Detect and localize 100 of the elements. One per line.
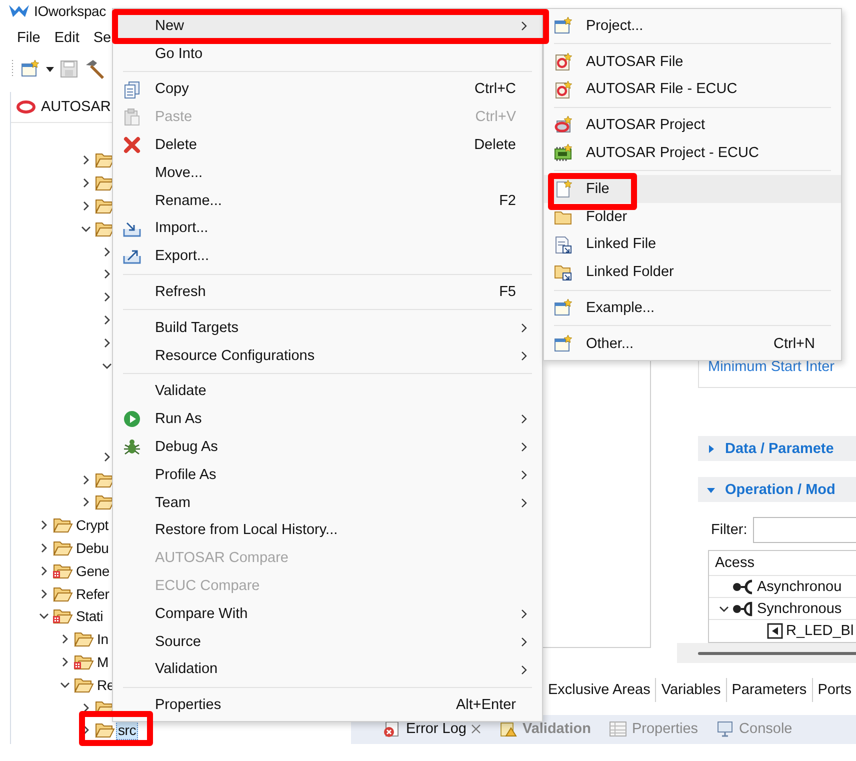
table-cell: Synchronous [757,600,842,616]
menu-item[interactable]: Other... Ctrl+N [544,330,841,358]
menu-item[interactable]: Properties Alt+Enter [113,691,542,720]
chevron-right-icon[interactable] [81,200,91,211]
chevron-right-icon[interactable] [81,474,91,485]
menu-item[interactable]: Validation [113,656,542,684]
tree-item[interactable]: In [95,629,110,650]
column-header: Acess [714,554,756,573]
menu-item[interactable]: Run As [113,405,542,434]
menu-item[interactable]: Folder [544,202,841,231]
editor-tab[interactable]: Ports [812,678,856,702]
chevron-down-icon[interactable] [60,680,70,690]
import-icon [123,220,141,238]
menu-item[interactable]: AUTOSAR Project [544,111,841,140]
caret-icon[interactable] [46,66,54,72]
tree-item[interactable]: M [95,652,110,672]
close-icon[interactable] [471,724,482,734]
chevron-right-icon[interactable] [39,566,49,576]
chevron-right-icon[interactable] [60,656,70,667]
run-icon [123,410,141,428]
editor-tab[interactable]: Parameters [726,678,812,702]
menu-item[interactable]: Profile As [113,460,542,489]
section-header[interactable]: Operation / Mod [698,477,856,502]
chevron-right-icon[interactable] [102,338,112,348]
new-window-icon [554,334,572,353]
menu-item[interactable]: Validate [113,378,542,406]
bug-icon [123,438,141,456]
chip-icon [554,144,572,162]
menu-item[interactable]: Example... [544,294,841,322]
monitor-icon [716,720,734,738]
menu-item[interactable]: Delete Delete [113,131,542,159]
shortcut-label: F2 [499,192,516,209]
chevron-right-icon[interactable] [81,178,91,188]
new-window-icon[interactable] [20,60,40,78]
chevron-right-icon[interactable] [81,702,91,713]
menu-item[interactable]: Rename... F2 [113,186,542,215]
chevron-right-icon[interactable] [60,634,70,644]
menu-item[interactable]: Import... [113,214,542,242]
menu-item[interactable]: AUTOSAR File - ECUC [544,76,841,104]
menu-item[interactable]: Build Targets [113,314,542,342]
chevron-down-icon[interactable] [39,611,49,622]
tree-item[interactable]: Gene [74,560,112,581]
chevron-right-icon[interactable] [102,314,112,325]
shortcut-label: Delete [474,137,516,154]
menu-bar-item[interactable]: Edit [54,30,80,46]
menu-item[interactable]: Compare With [113,600,542,628]
shortcut-label: Ctrl+V [475,109,516,126]
chevron-right-icon[interactable] [81,155,91,166]
menu-item[interactable]: Move... [113,158,542,187]
new-file-icon [554,180,572,198]
menu-item[interactable]: AUTOSAR Project - ECUC [544,139,841,167]
new-window-icon [554,299,572,318]
table-cell: Asynchronou [757,578,842,594]
copy-icon [123,80,141,99]
section-header[interactable]: Data / Paramete [698,436,856,461]
chevron-right-icon[interactable] [39,542,49,553]
hammer-icon[interactable] [84,59,106,79]
validation-icon [499,720,518,738]
menu-item[interactable]: Refresh F5 [113,278,542,306]
tree-item[interactable]: Debu [74,538,111,558]
menu-item[interactable]: Linked File [544,230,841,258]
connector-icon [732,578,754,594]
menu-item[interactable]: Project... [544,12,841,40]
tree-item[interactable]: src [116,720,138,740]
menu-item[interactable]: Source [113,628,542,656]
chevron-down-icon[interactable] [719,604,729,614]
tree-item[interactable]: Refer [74,584,112,604]
window-title: IOworkspac [34,3,106,19]
chevron-right-icon[interactable] [102,452,112,462]
editor-tab[interactable]: Variables [655,678,726,702]
menu-item[interactable]: Export... [113,242,542,270]
chevron-right-icon[interactable] [81,497,91,508]
menu-item[interactable]: AUTOSAR File [544,48,841,76]
tree-item[interactable]: Stati [74,606,106,626]
menu-bar-item[interactable]: Se [93,30,112,46]
editor-tab[interactable]: Exclusive Areas [542,678,656,702]
menu-item[interactable]: Team [113,488,542,517]
chevron-right-icon[interactable] [39,520,49,530]
menu-item[interactable]: Go Into [113,40,542,68]
triangle-right-icon [706,444,716,454]
port-icon [767,622,783,638]
ring-icon [16,100,36,114]
menu-bar-item[interactable]: File [17,30,40,46]
chevron-right-icon[interactable] [102,269,112,280]
filter-label: Filter: [711,522,748,538]
menu-item[interactable]: Resource Configurations [113,342,542,370]
table-icon [608,720,627,738]
menu-item[interactable]: Copy Ctrl+C [113,76,542,104]
menu-item[interactable]: Linked Folder [544,258,841,286]
chevron-right-icon[interactable] [39,588,49,599]
menu-item[interactable]: Restore from Local History... [113,516,542,544]
logo-icon [8,3,30,19]
chevron-right-icon[interactable] [102,292,112,302]
shortcut-label: Alt+Enter [456,697,516,714]
menu-item[interactable]: File [544,174,841,203]
tree-item[interactable]: Crypt [74,515,110,536]
chevron-down-icon[interactable] [81,224,91,234]
menu-item[interactable]: Debug As [113,433,542,461]
chevron-right-icon[interactable] [102,246,112,257]
chevron-down-icon[interactable] [102,360,112,371]
